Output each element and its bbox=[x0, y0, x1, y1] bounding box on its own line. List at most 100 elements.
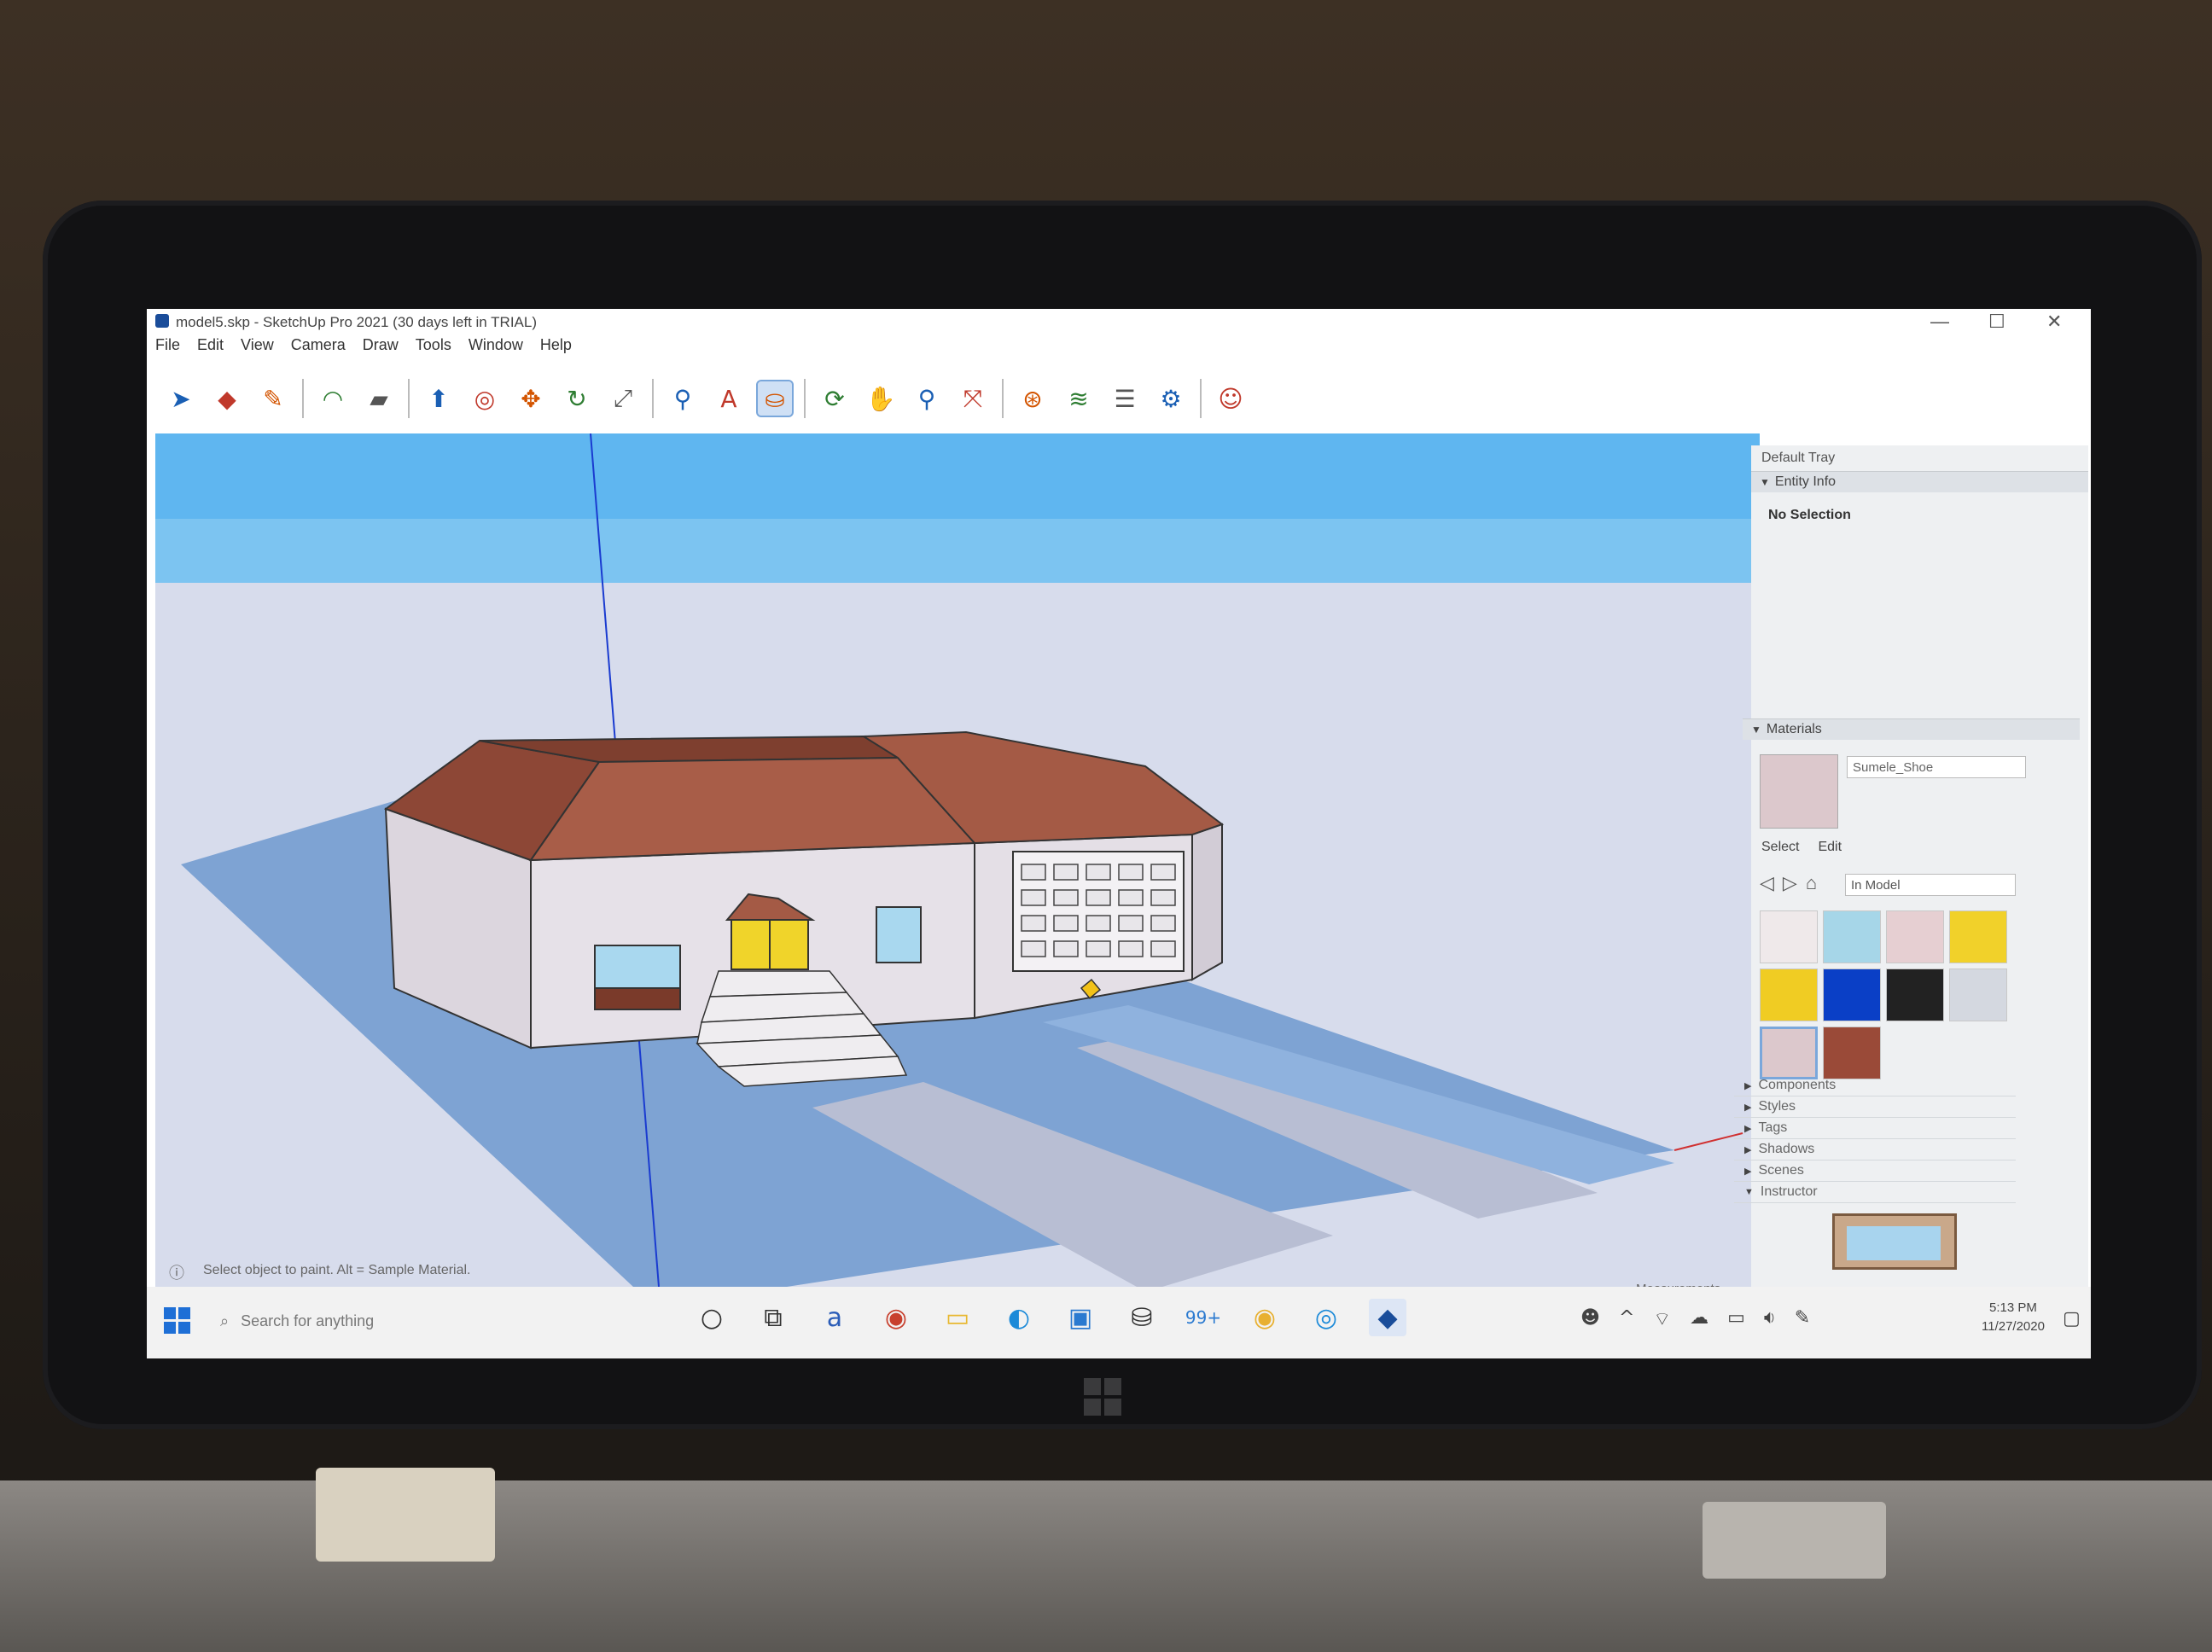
material-swatch[interactable] bbox=[1823, 910, 1881, 963]
tray-panel-label: Tags bbox=[1758, 1120, 1788, 1135]
move-tool-icon[interactable]: ✥ bbox=[514, 381, 548, 416]
entity-info-header[interactable]: ▼ Entity Info bbox=[1751, 471, 2088, 492]
paint-bucket-tool-icon[interactable]: ⛀ bbox=[756, 380, 794, 417]
menu-help[interactable]: Help bbox=[540, 336, 572, 360]
layers-icon[interactable]: ☰ bbox=[1108, 381, 1142, 416]
mail-icon[interactable]: 99+ bbox=[1185, 1299, 1222, 1336]
browser-icon[interactable]: ◎ bbox=[1307, 1299, 1345, 1336]
laptop-screen: model5.skp - SketchUp Pro 2021 (30 days … bbox=[147, 309, 2091, 1358]
modeling-viewport[interactable] bbox=[155, 433, 1760, 1287]
materials-label: Materials bbox=[1766, 722, 1822, 736]
material-swatch[interactable] bbox=[1760, 910, 1818, 963]
pencil-tool-icon[interactable]: ✎ bbox=[256, 381, 290, 416]
tray-title: Default Tray bbox=[1761, 451, 1836, 465]
material-name-field[interactable]: Sumele_Shoe bbox=[1847, 756, 2026, 778]
material-swatch[interactable] bbox=[1886, 910, 1944, 963]
menu-draw[interactable]: Draw bbox=[363, 336, 399, 360]
chrome-alt-icon[interactable]: ◉ bbox=[1246, 1299, 1284, 1336]
file-explorer-icon[interactable]: ▭ bbox=[939, 1299, 976, 1336]
home-icon[interactable]: ⌂ bbox=[1806, 872, 1817, 894]
menu-edit[interactable]: Edit bbox=[197, 336, 224, 360]
offset-tool-icon[interactable]: ◎ bbox=[468, 381, 502, 416]
windows-taskbar: ⌕ Search for anything ○ ⧉ a ◉ ▭ ◐ ▣ ⛁ 99… bbox=[147, 1287, 2091, 1358]
select-tool-icon[interactable]: ➤ bbox=[164, 381, 198, 416]
sketchup-app-icon bbox=[155, 314, 169, 328]
menu-tools[interactable]: Tools bbox=[416, 336, 451, 360]
menu-file[interactable]: File bbox=[155, 336, 180, 360]
minimize-button[interactable]: — bbox=[1930, 311, 1949, 333]
tape-measure-tool-icon[interactable]: ⚲ bbox=[666, 381, 700, 416]
photos-icon[interactable]: ▣ bbox=[1062, 1299, 1099, 1336]
battery-icon[interactable]: ▭ bbox=[1727, 1307, 1745, 1331]
close-button[interactable]: ✕ bbox=[2046, 311, 2062, 333]
notifications-icon[interactable]: ▢ bbox=[2063, 1307, 2081, 1329]
extension-warehouse-icon[interactable]: ≋ bbox=[1062, 381, 1096, 416]
menu-window[interactable]: Window bbox=[469, 336, 523, 360]
tab-edit[interactable]: Edit bbox=[1818, 840, 1842, 855]
forward-icon[interactable]: ▷ bbox=[1783, 872, 1797, 894]
tray-panel-styles[interactable]: ▶ Styles bbox=[1734, 1096, 2016, 1118]
status-hint: Select object to paint. Alt = Sample Mat… bbox=[203, 1263, 471, 1277]
taskbar-search[interactable]: ⌕ Search for anything bbox=[207, 1299, 596, 1343]
back-icon[interactable]: ◁ bbox=[1760, 872, 1774, 894]
start-button[interactable] bbox=[164, 1307, 191, 1335]
chrome-icon[interactable]: ◉ bbox=[877, 1299, 915, 1336]
window-title: model5.skp - SketchUp Pro 2021 (30 days … bbox=[176, 314, 537, 330]
scale-tool-icon[interactable]: ⤢ bbox=[606, 381, 640, 416]
info-icon: ⓘ bbox=[169, 1265, 184, 1282]
expand-triangle-icon: ▶ bbox=[1744, 1080, 1752, 1091]
rotate-tool-icon[interactable]: ↻ bbox=[560, 381, 594, 416]
toolbar-separator bbox=[1002, 379, 1004, 418]
eraser-tool-icon[interactable]: ◆ bbox=[210, 381, 244, 416]
tray-panel-components[interactable]: ▶ Components bbox=[1734, 1075, 2016, 1096]
arc-tool-icon[interactable]: ◠ bbox=[316, 381, 350, 416]
volume-icon[interactable]: 🔉︎ bbox=[1764, 1307, 1776, 1331]
show-hidden-icon[interactable]: ^ bbox=[1619, 1307, 1634, 1331]
window-left bbox=[594, 945, 681, 989]
onedrive-icon[interactable]: ☁ bbox=[1690, 1307, 1708, 1331]
library-select[interactable]: In Model bbox=[1845, 874, 2016, 896]
toolbar-separator bbox=[652, 379, 654, 418]
tray-panel-scenes[interactable]: ▶ Scenes bbox=[1734, 1160, 2016, 1182]
edge-icon[interactable]: ◐ bbox=[1000, 1299, 1038, 1336]
pan-tool-icon[interactable]: ✋ bbox=[864, 381, 898, 416]
cortana-icon[interactable]: ○ bbox=[693, 1299, 731, 1336]
maximize-button[interactable]: ☐ bbox=[1988, 311, 2005, 333]
zoom-tool-icon[interactable]: ⚲ bbox=[910, 381, 944, 416]
material-swatch[interactable] bbox=[1760, 1027, 1818, 1079]
push-pull-tool-icon[interactable]: ⬆ bbox=[422, 381, 456, 416]
tray-panel-shadows[interactable]: ▶ Shadows bbox=[1734, 1139, 2016, 1160]
task-view-icon[interactable]: ⧉ bbox=[754, 1299, 792, 1336]
expand-triangle-icon: ▼ bbox=[1744, 1187, 1754, 1197]
material-swatch[interactable] bbox=[1823, 1027, 1881, 1079]
window-right bbox=[876, 906, 922, 963]
rectangle-tool-icon[interactable]: ▰ bbox=[362, 381, 396, 416]
material-swatch[interactable] bbox=[1823, 969, 1881, 1021]
sketchup-taskbar-icon[interactable]: ◆ bbox=[1369, 1299, 1406, 1336]
store-icon[interactable]: ⛁ bbox=[1123, 1299, 1161, 1336]
material-swatch[interactable] bbox=[1949, 910, 2007, 963]
network-icon[interactable]: ⌔ bbox=[1653, 1307, 1671, 1331]
menu-camera[interactable]: Camera bbox=[291, 336, 346, 360]
menu-view[interactable]: View bbox=[241, 336, 274, 360]
search-icon: ⌕ bbox=[220, 1312, 230, 1329]
warehouse-icon[interactable]: ⊛ bbox=[1016, 381, 1050, 416]
tab-select[interactable]: Select bbox=[1761, 840, 1799, 855]
material-swatch[interactable] bbox=[1949, 969, 2007, 1021]
pen-icon[interactable]: ✎ bbox=[1795, 1307, 1810, 1331]
extension-manager-icon[interactable]: ⚙ bbox=[1154, 381, 1188, 416]
materials-header[interactable]: ▼ Materials bbox=[1743, 718, 2080, 740]
account-icon[interactable]: ☺ bbox=[1214, 381, 1248, 416]
material-swatch[interactable] bbox=[1760, 969, 1818, 1021]
people-icon[interactable]: ☻ bbox=[1580, 1307, 1600, 1331]
amazon-icon[interactable]: a bbox=[816, 1299, 853, 1336]
instructor-thumbnail bbox=[1832, 1213, 1957, 1270]
text-tool-icon[interactable]: A bbox=[712, 381, 746, 416]
tray-panel-instructor[interactable]: ▼ Instructor bbox=[1734, 1182, 2016, 1203]
tray-panel-tags[interactable]: ▶ Tags bbox=[1734, 1118, 2016, 1139]
taskbar-clock[interactable]: 5:13 PM 11/27/2020 bbox=[1982, 1299, 2045, 1336]
material-swatch[interactable] bbox=[1886, 969, 1944, 1021]
collapse-triangle-icon: ▼ bbox=[1760, 476, 1770, 488]
orbit-tool-icon[interactable]: ⟳ bbox=[818, 381, 852, 416]
zoom-extents-tool-icon[interactable]: ⤧ bbox=[956, 381, 990, 416]
